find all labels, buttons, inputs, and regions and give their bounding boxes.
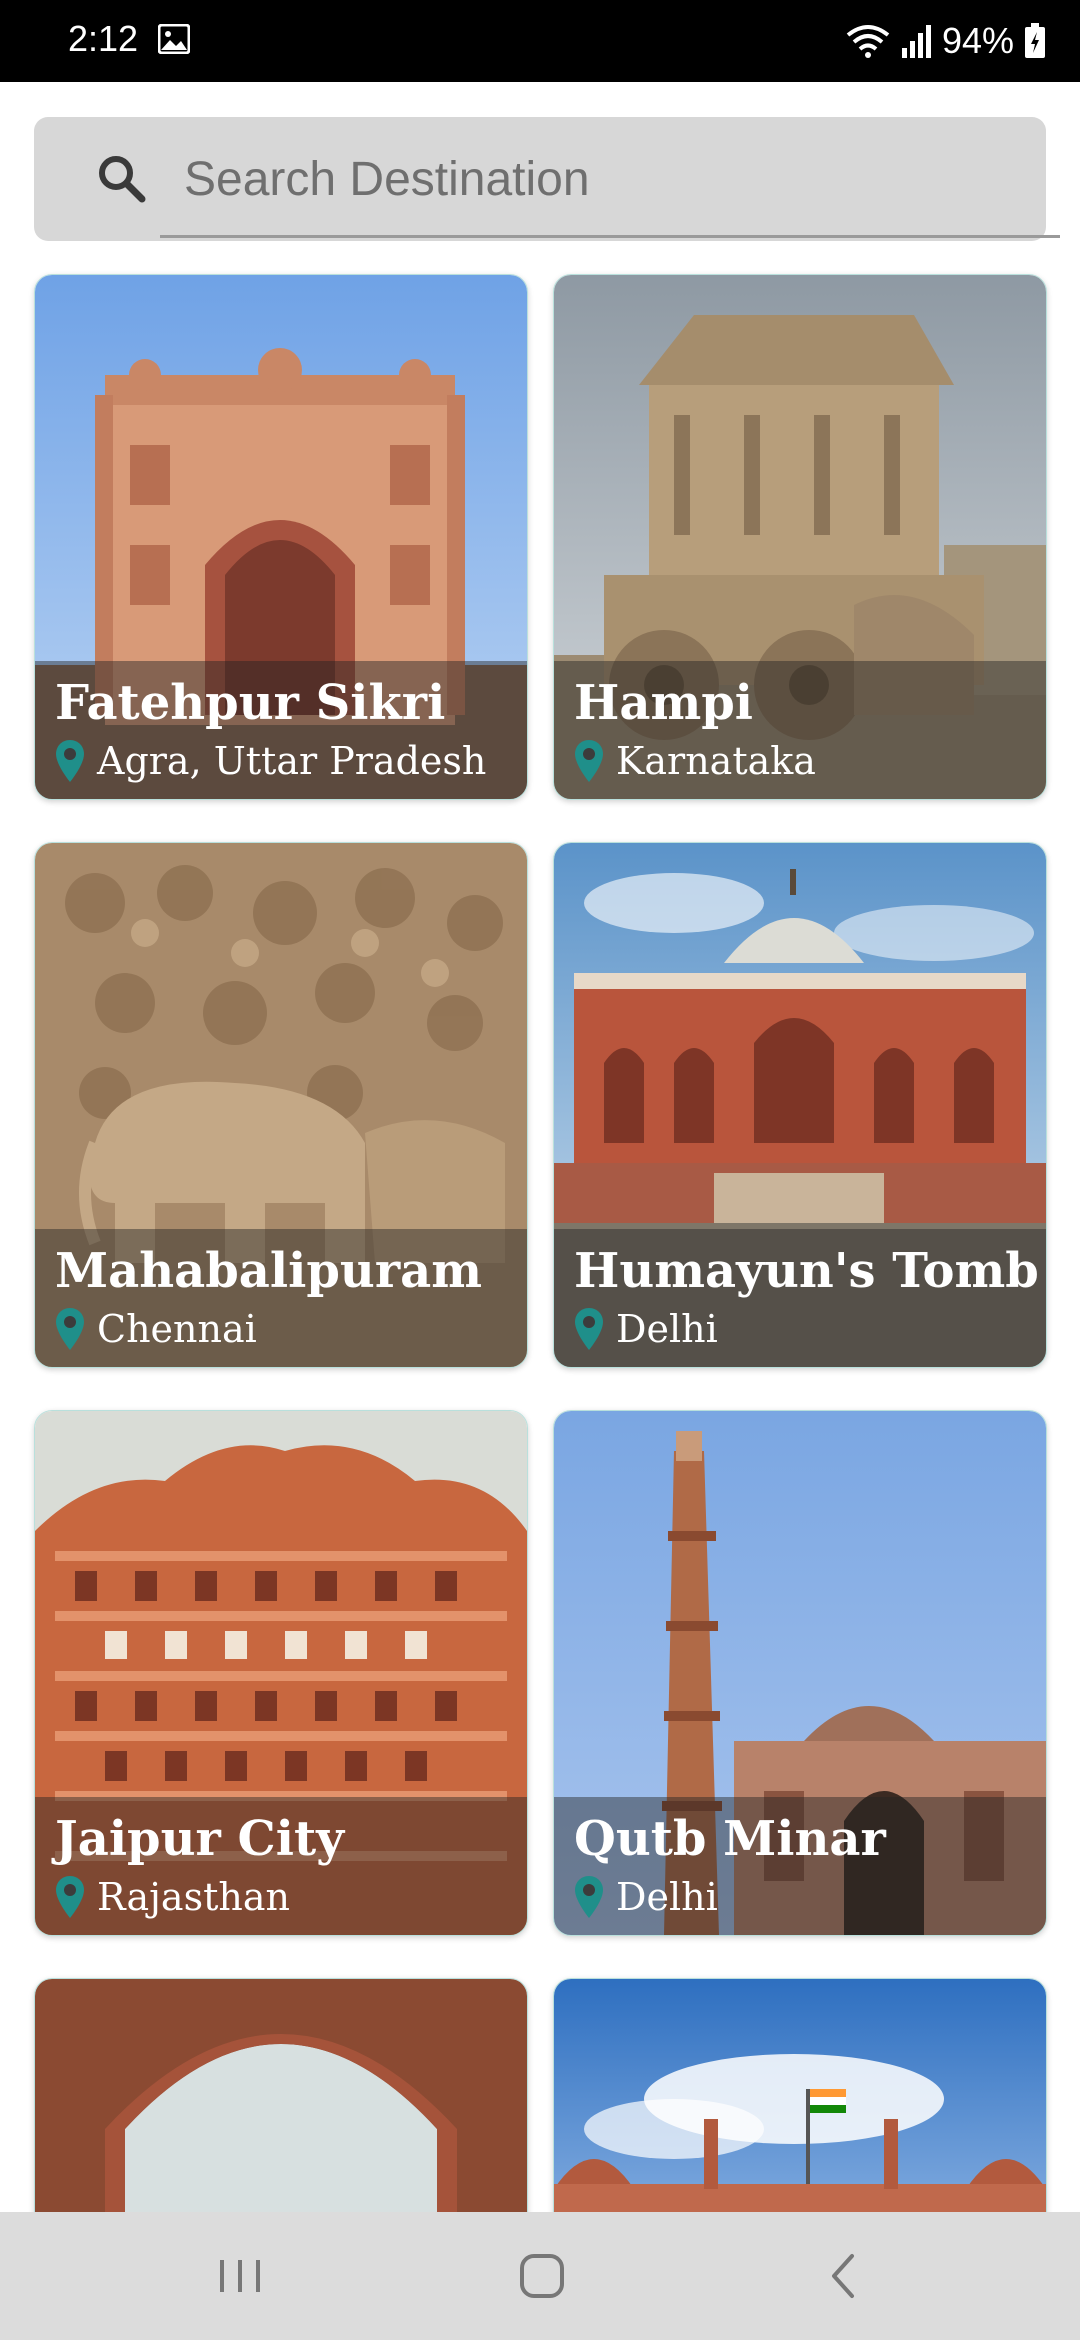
destination-location-text: Rajasthan (97, 1875, 290, 1919)
location-pin-icon (575, 1876, 603, 1918)
location-pin-icon (56, 740, 84, 782)
destination-location-text: Karnataka (616, 739, 816, 783)
destination-location-text: Chennai (97, 1307, 257, 1351)
status-time: 2:12 (68, 18, 139, 59)
destination-location: Delhi (574, 1307, 718, 1351)
card-caption: Jaipur City Rajasthan (35, 1797, 527, 1935)
destination-title: Humayun's Tomb (574, 1243, 1039, 1299)
destination-location-text: Agra, Uttar Pradesh (97, 739, 487, 783)
location-pin-icon (575, 740, 603, 782)
destination-card[interactable]: Hampi Karnataka (553, 274, 1047, 800)
signal-icon (901, 25, 931, 58)
destination-location-text: Delhi (616, 1875, 718, 1919)
destination-title: Mahabalipuram (55, 1243, 483, 1299)
gallery-icon (158, 24, 190, 54)
destination-card[interactable]: Mahabalipuram Chennai (34, 842, 528, 1368)
destination-title: Hampi (574, 675, 754, 731)
card-caption: Fatehpur Sikri Agra, Uttar Pradesh (35, 661, 527, 799)
destination-card[interactable]: Qutb Minar Delhi (553, 1410, 1047, 1936)
home-icon[interactable] (502, 2246, 582, 2306)
card-caption: Qutb Minar Delhi (554, 1797, 1046, 1935)
back-icon[interactable] (804, 2246, 884, 2306)
location-pin-icon (575, 1308, 603, 1350)
destination-location-text: Delhi (616, 1307, 718, 1351)
destination-location: Rajasthan (55, 1875, 290, 1919)
destination-card[interactable]: Jaipur City Rajasthan (34, 1410, 528, 1936)
destination-card[interactable] (34, 1978, 528, 2250)
battery-percent: 94% (941, 20, 1014, 61)
wifi-icon (846, 25, 890, 58)
destination-card[interactable]: Humayun's Tomb Delhi (553, 842, 1047, 1368)
destination-card[interactable] (553, 1978, 1047, 2250)
status-bar: 2:12 94% (0, 0, 1080, 82)
search-icon (99, 156, 146, 203)
search-underline (160, 235, 1060, 238)
status-right: 94% (846, 16, 1046, 66)
destination-image (554, 1979, 1046, 2249)
destination-image (35, 1979, 527, 2249)
destination-location: Chennai (55, 1307, 257, 1351)
destination-title: Jaipur City (55, 1811, 345, 1867)
card-caption: Hampi Karnataka (554, 661, 1046, 799)
battery-icon (1025, 23, 1045, 58)
location-pin-icon (56, 1876, 84, 1918)
recent-apps-icon[interactable] (200, 2246, 280, 2306)
destination-title: Fatehpur Sikri (55, 675, 446, 731)
location-pin-icon (56, 1308, 84, 1350)
destination-card[interactable]: Fatehpur Sikri Agra, Uttar Pradesh (34, 274, 528, 800)
card-caption: Mahabalipuram Chennai (35, 1229, 527, 1367)
search-bar[interactable] (34, 117, 1060, 241)
destination-location: Delhi (574, 1875, 718, 1919)
navigation-bar (0, 2212, 1080, 2340)
card-caption: Humayun's Tomb Delhi (554, 1229, 1046, 1367)
destination-location: Karnataka (574, 739, 816, 783)
search-input[interactable] (182, 143, 1006, 215)
destination-location: Agra, Uttar Pradesh (55, 739, 486, 783)
destination-title: Qutb Minar (574, 1811, 886, 1867)
